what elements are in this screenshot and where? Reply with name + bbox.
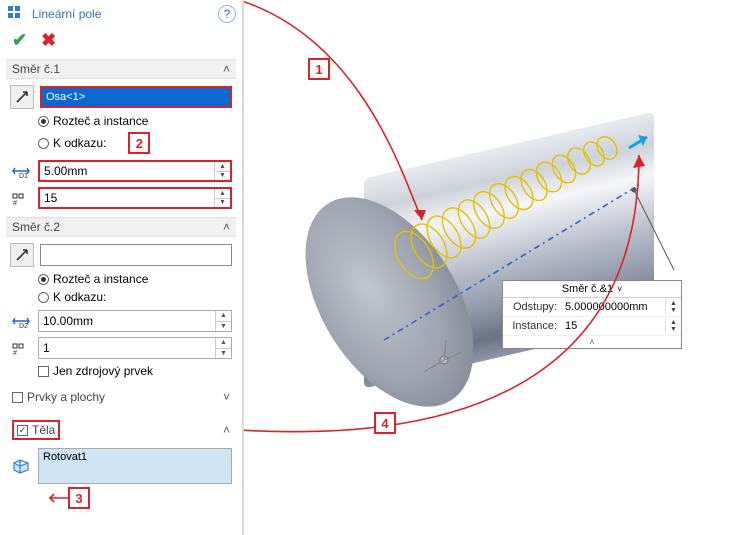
hud-instances-label: Instance: bbox=[503, 317, 561, 335]
feature-title: Lineární pole bbox=[32, 7, 101, 21]
model-cylinder: Směr č.&1 ˅ Odstupy: 5.000000000mm ▲▼ In… bbox=[294, 90, 664, 400]
chevron-up-icon[interactable]: ˄ bbox=[223, 423, 230, 437]
radio-icon bbox=[38, 138, 49, 149]
pattern-hud[interactable]: Směr č.&1 ˅ Odstupy: 5.000000000mm ▲▼ In… bbox=[502, 280, 682, 349]
chevron-up-icon[interactable]: ˄ bbox=[223, 220, 230, 234]
section-header-features[interactable]: Prvky a plochy ˅ bbox=[6, 386, 236, 408]
spinner-buttons[interactable]: ▲▼ bbox=[665, 319, 681, 333]
cancel-button[interactable]: ✖ bbox=[41, 30, 56, 51]
chevron-up-icon[interactable]: ˄ bbox=[223, 62, 230, 76]
radio-ref-dir2[interactable]: K odkazu: bbox=[10, 290, 232, 304]
spacing-dir2-input[interactable]: ▲▼ bbox=[38, 310, 232, 332]
section-title-dir2: Směr č.2 bbox=[12, 220, 60, 234]
radio-label: Rozteč a instance bbox=[53, 272, 148, 286]
spacing-dir2-value[interactable] bbox=[39, 311, 215, 331]
spinner-buttons[interactable]: ▲▼ bbox=[665, 300, 681, 314]
svg-text:#: # bbox=[13, 350, 17, 356]
spinner-buttons[interactable]: ▲▼ bbox=[215, 311, 231, 331]
radio-label: K odkazu: bbox=[53, 290, 106, 304]
checkbox-icon[interactable] bbox=[17, 425, 28, 436]
radio-icon bbox=[38, 116, 49, 127]
chevron-up-icon[interactable]: ˄ bbox=[503, 336, 681, 348]
chevron-down-icon[interactable]: ˅ bbox=[617, 284, 622, 294]
count-dir2-value[interactable] bbox=[39, 338, 215, 358]
bodies-selection-list[interactable]: Rotovat1 bbox=[38, 448, 232, 484]
direction-2-selection[interactable] bbox=[40, 244, 232, 266]
count-dir1-value[interactable] bbox=[40, 189, 214, 207]
section-features-faces: Prvky a plochy ˅ bbox=[6, 386, 236, 408]
help-icon[interactable]: ? bbox=[218, 5, 236, 23]
bodies-item: Rotovat1 bbox=[43, 451, 87, 463]
spacing-icon: D1 bbox=[10, 161, 32, 181]
ok-button[interactable]: ✔ bbox=[12, 30, 27, 51]
spacing-dir1-input[interactable]: ▲▼ bbox=[38, 160, 232, 182]
radio-label: K odkazu: bbox=[53, 136, 106, 150]
svg-text:D2: D2 bbox=[19, 323, 28, 329]
section-direction-2: Směr č.2 ˄ Rozteč a instance K odkazu: D… bbox=[6, 217, 236, 378]
section-header-dir2[interactable]: Směr č.2 ˄ bbox=[6, 217, 236, 237]
section-title-bodies: Těla bbox=[32, 423, 55, 437]
spinner-buttons[interactable]: ▲▼ bbox=[214, 162, 230, 180]
radio-spacing-dir1[interactable]: Rozteč a instance bbox=[10, 114, 232, 128]
callout-4: 4 bbox=[374, 412, 396, 434]
spinner-buttons[interactable]: ▲▼ bbox=[214, 189, 230, 207]
seed-only-check[interactable]: Jen zdrojový prvek bbox=[10, 364, 232, 378]
callout-1: 1 bbox=[308, 58, 330, 80]
spacing-dir1-value[interactable] bbox=[40, 162, 214, 180]
radio-label: Rozteč a instance bbox=[53, 114, 148, 128]
seed-only-label: Jen zdrojový prvek bbox=[53, 364, 153, 378]
count-dir2-input[interactable]: ▲▼ bbox=[38, 337, 232, 359]
callout-2: 2 bbox=[128, 132, 150, 154]
checkbox-icon[interactable] bbox=[12, 392, 23, 403]
radio-icon bbox=[38, 274, 49, 285]
graphics-viewport[interactable]: Směr č.&1 ˅ Odstupy: 5.000000000mm ▲▼ In… bbox=[244, 0, 750, 535]
feature-title-row: Lineární pole ? bbox=[6, 4, 236, 24]
checkbox-icon bbox=[38, 366, 49, 377]
count-dir1-input[interactable]: ▲▼ bbox=[38, 187, 232, 209]
section-bodies: Těla ˄ Rotovat1 bbox=[6, 416, 236, 484]
chevron-down-icon[interactable]: ˅ bbox=[223, 390, 230, 404]
svg-text:#: # bbox=[13, 200, 17, 206]
spinner-buttons[interactable]: ▲▼ bbox=[215, 338, 231, 358]
radio-icon bbox=[38, 292, 49, 303]
section-direction-1: Směr č.1 ˄ Osa<1> Rozteč a instance K od… bbox=[6, 59, 236, 209]
confirm-row: ✔ ✖ bbox=[6, 30, 236, 51]
reverse-direction-1-button[interactable] bbox=[10, 85, 34, 109]
spacing-icon: D2 bbox=[10, 311, 32, 331]
hud-spacing-label: Odstupy: bbox=[503, 298, 561, 316]
linear-pattern-icon bbox=[6, 4, 26, 24]
section-title-dir1: Směr č.1 bbox=[12, 62, 60, 76]
direction-1-selection[interactable]: Osa<1> bbox=[40, 86, 232, 108]
section-header-dir1[interactable]: Směr č.1 ˄ bbox=[6, 59, 236, 79]
hud-spacing-value[interactable]: 5.000000000mm bbox=[561, 298, 665, 316]
body-icon bbox=[10, 456, 32, 476]
callout-3: 3 bbox=[68, 487, 90, 509]
hud-instances-value[interactable]: 15 bbox=[561, 317, 665, 335]
radio-ref-dir1[interactable]: K odkazu: 2 bbox=[10, 132, 232, 154]
count-icon: # bbox=[10, 188, 32, 208]
reverse-direction-2-button[interactable] bbox=[10, 243, 34, 267]
radio-spacing-dir2[interactable]: Rozteč a instance bbox=[10, 272, 232, 286]
count-icon: # bbox=[10, 338, 32, 358]
property-manager-panel: Lineární pole ? ✔ ✖ Směr č.1 ˄ Osa<1> Ro… bbox=[0, 0, 244, 535]
section-header-bodies[interactable]: Těla ˄ bbox=[6, 416, 236, 444]
hud-title: Směr č.&1 bbox=[562, 283, 613, 295]
section-title-features: Prvky a plochy bbox=[27, 390, 105, 404]
arrow-icon bbox=[48, 490, 70, 506]
svg-text:D1: D1 bbox=[19, 173, 28, 179]
